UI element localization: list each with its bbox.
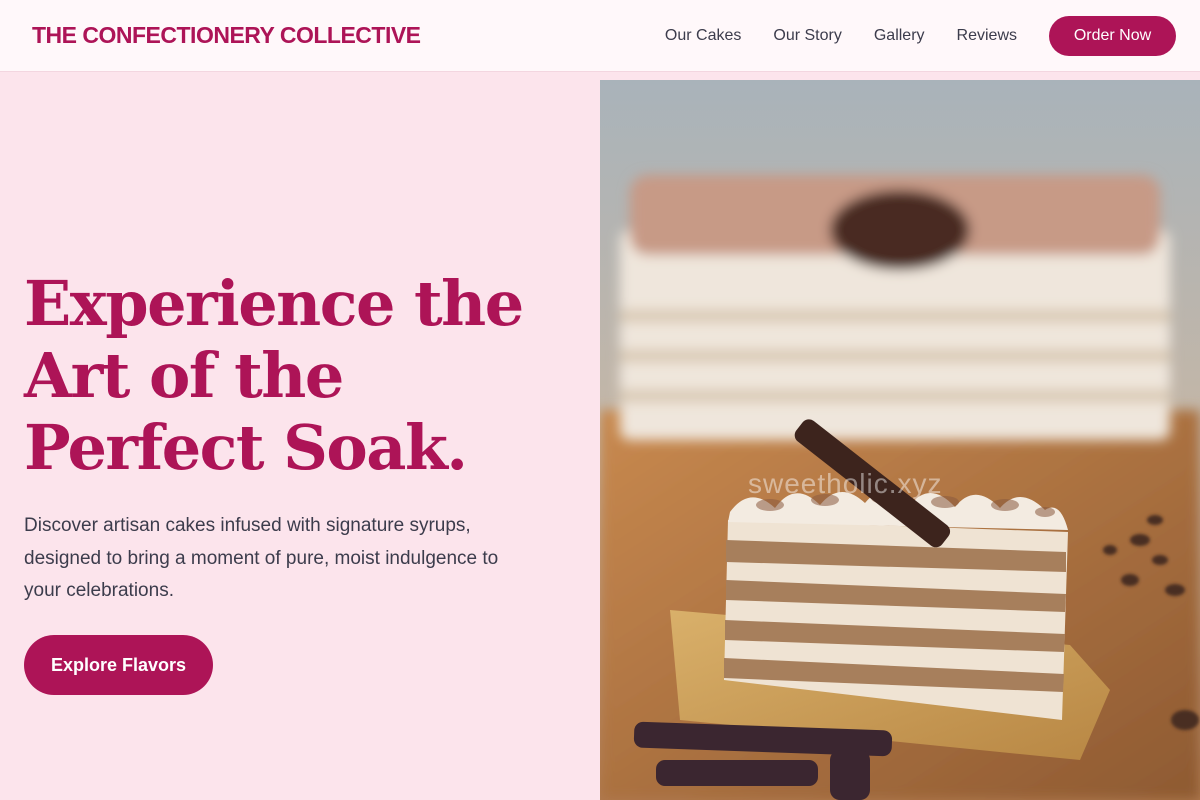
nav-link-gallery[interactable]: Gallery [874, 27, 925, 45]
nav-link-our-cakes[interactable]: Our Cakes [665, 27, 741, 45]
nav-link-our-story[interactable]: Our Story [773, 27, 841, 45]
site-header: THE CONFECTIONERY COLLECTIVE Our Cakes O… [0, 0, 1200, 72]
nav-link-reviews[interactable]: Reviews [957, 27, 1017, 45]
image-watermark: sweetholic.xyz [748, 468, 943, 499]
hero-title: Experience the Art of the Perfect Soak. [24, 268, 584, 484]
hero-title-line: Perfect Soak. [24, 411, 468, 484]
order-now-button[interactable]: Order Now [1049, 15, 1176, 56]
hero-cake-image: sweetholic.xyz [600, 80, 1200, 800]
brand-logo[interactable]: THE CONFECTIONERY COLLECTIVE [32, 22, 421, 49]
hero-title-line: Experience the [24, 267, 524, 340]
hero-subtitle-line: your celebrations. [24, 580, 174, 601]
explore-flavors-button[interactable]: Explore Flavors [24, 635, 213, 695]
cake-illustration [600, 80, 1200, 800]
hero-subtitle-line: Discover artisan cakes infused with sign… [24, 515, 471, 536]
hero-subtitle: Discover artisan cakes infused with sign… [24, 510, 524, 608]
main-nav: Our Cakes Our Story Gallery Reviews Orde… [665, 15, 1176, 56]
hero-text: Experience the Art of the Perfect Soak. … [24, 268, 584, 608]
hero-title-line: Art of the [24, 339, 344, 412]
hero-subtitle-line: designed to bring a moment of pure, mois… [24, 547, 499, 569]
